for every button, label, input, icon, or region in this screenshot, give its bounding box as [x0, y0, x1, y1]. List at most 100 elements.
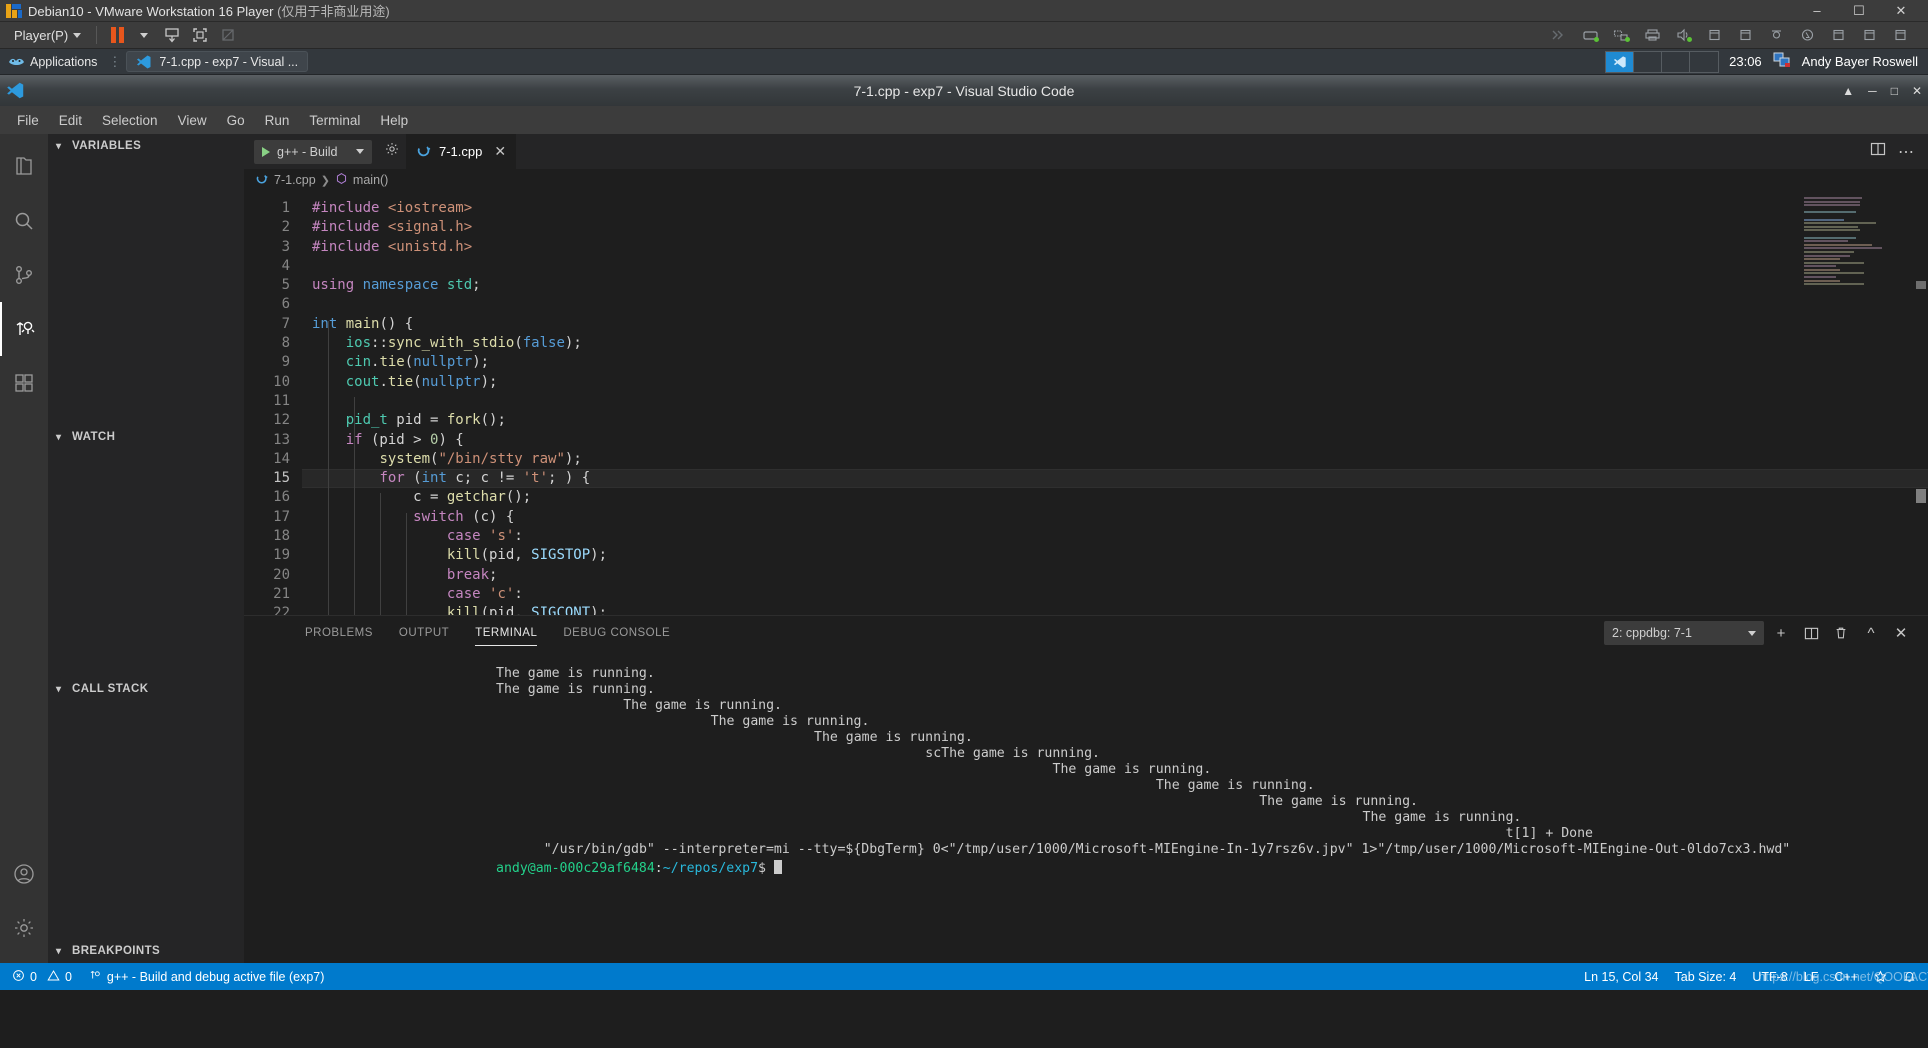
workspace-1[interactable] [1606, 51, 1635, 72]
more-actions-icon[interactable]: ⋯ [1898, 142, 1914, 162]
code-editor[interactable]: 1234567891011121314151617181920212223242… [244, 191, 1928, 615]
code-line[interactable]: case 's': [302, 527, 1928, 546]
code-line[interactable]: switch (c) { [302, 508, 1928, 527]
vscode-maximize-button[interactable]: □ [1891, 84, 1898, 98]
breadcrumb-symbol[interactable]: main() [353, 173, 388, 187]
menu-edit[interactable]: Edit [50, 110, 91, 131]
code-line[interactable] [302, 295, 1928, 314]
code-line[interactable]: ios::sync_with_stdio(false); [302, 334, 1928, 353]
sidebar-section-breakpoints[interactable]: ▾ BREAKPOINTS [48, 939, 244, 963]
workspace-3[interactable] [1662, 51, 1691, 72]
vmware-close-button[interactable]: ✕ [1880, 0, 1922, 22]
panel-tab-terminal[interactable]: TERMINAL [462, 616, 550, 650]
sidebar-item-source-control[interactable] [0, 248, 48, 302]
vscode-minimize-button[interactable]: ─ [1868, 84, 1877, 98]
menu-selection[interactable]: Selection [93, 110, 167, 131]
workspace-2[interactable] [1634, 51, 1663, 72]
open-launch-json-button[interactable] [378, 141, 406, 162]
camera-icon[interactable] [1762, 24, 1790, 46]
close-panel-icon[interactable]: ✕ [1888, 621, 1914, 645]
panel-tab-output[interactable]: OUTPUT [386, 616, 462, 650]
editor-tab-7-1-cpp[interactable]: 7-1.cpp ✕ [406, 134, 518, 169]
code-line[interactable] [302, 257, 1928, 276]
usb-icon-1[interactable] [1700, 24, 1728, 46]
workspace-switcher[interactable] [1605, 50, 1720, 73]
panel-clock[interactable]: 23:06 [1729, 54, 1762, 69]
vscode-shade-button[interactable]: ▲ [1842, 84, 1854, 98]
fullscreen-icon[interactable] [187, 24, 213, 46]
code-line[interactable]: pid_t pid = fork(); [302, 411, 1928, 430]
menu-help[interactable]: Help [371, 110, 417, 131]
sidebar-item-extensions[interactable] [0, 356, 48, 410]
code-line[interactable]: kill(pid, SIGCONT); [302, 604, 1928, 615]
code-line[interactable]: cout.tie(nullptr); [302, 373, 1928, 392]
usb-icon-4[interactable] [1855, 24, 1883, 46]
scrollbar-decoration[interactable] [1916, 281, 1926, 289]
usb-icon-5[interactable] [1886, 24, 1914, 46]
split-terminal-icon[interactable] [1798, 621, 1824, 645]
terminal-output[interactable]: The game is running. The game is running.… [244, 650, 1928, 963]
panel-tab-debug-console[interactable]: DEBUG CONSOLE [550, 616, 683, 650]
status-encoding[interactable]: UTF-8 https://blog.csdn.net/QOOFACTOR [1744, 970, 1928, 984]
code-line[interactable]: #include <unistd.h> [302, 238, 1928, 257]
sidebar-item-search[interactable] [0, 194, 48, 248]
sidebar-section-watch[interactable]: ▾ WATCH [48, 425, 244, 449]
status-problems[interactable]: 0 0 [4, 963, 80, 990]
play-icon[interactable] [262, 146, 270, 157]
code-line[interactable]: #include <signal.h> [302, 218, 1928, 237]
usb-icon-2[interactable] [1731, 24, 1759, 46]
menu-view[interactable]: View [169, 110, 216, 131]
code-line[interactable]: int main() { [302, 315, 1928, 334]
close-icon[interactable]: ✕ [494, 143, 506, 160]
applications-menu-button[interactable]: Applications [0, 49, 105, 74]
usb-icon-3[interactable] [1824, 24, 1852, 46]
window-list-icon[interactable] [1772, 51, 1792, 72]
sound-icon[interactable] [1669, 24, 1697, 46]
harddisk-icon[interactable] [1576, 24, 1604, 46]
manage-settings-button[interactable] [0, 901, 48, 955]
vmware-minimize-button[interactable]: – [1796, 0, 1838, 22]
scrollbar-thumb[interactable] [1916, 489, 1926, 503]
workspace-4[interactable] [1690, 52, 1718, 72]
sidebar-item-explorer[interactable] [0, 140, 48, 194]
pause-dropdown-icon[interactable] [131, 24, 157, 46]
vmware-player-menu[interactable]: Player(P) [8, 26, 87, 45]
code-line[interactable]: kill(pid, SIGSTOP); [302, 546, 1928, 565]
code-line[interactable]: for (int c; c != 't'; ) { [302, 469, 1928, 489]
code-line[interactable]: #include <iostream> [302, 199, 1928, 218]
network-icon[interactable] [1607, 24, 1635, 46]
snapshot-icon[interactable] [159, 24, 185, 46]
code-line[interactable]: break; [302, 566, 1928, 585]
sidebar-item-run-and-debug[interactable] [0, 302, 48, 356]
breadcrumb-file[interactable]: 7-1.cpp [274, 173, 316, 187]
code-lines[interactable]: #include <iostream> #include <signal.h> #i… [302, 191, 1928, 615]
account-button[interactable] [0, 847, 48, 901]
menu-terminal[interactable]: Terminal [300, 110, 369, 131]
code-line[interactable]: case 'c': [302, 585, 1928, 604]
status-debug-config[interactable]: g++ - Build and debug active file (exp7) [80, 963, 333, 990]
split-editor-icon[interactable] [1870, 141, 1886, 162]
code-line[interactable]: system("/bin/stty raw"); [302, 450, 1928, 469]
chevrons-icon[interactable] [1545, 24, 1573, 46]
sidebar-section-variables[interactable]: ▾ VARIABLES [48, 134, 244, 158]
maximize-panel-icon[interactable]: ^ [1858, 621, 1884, 645]
panel-username[interactable]: Andy Bayer Roswell [1802, 54, 1918, 69]
run-configuration-select[interactable]: g++ - Build [254, 139, 372, 164]
sidebar-section-call-stack[interactable]: ▾ CALL STACK [48, 677, 244, 701]
menu-go[interactable]: Go [218, 110, 254, 131]
code-line[interactable] [302, 392, 1928, 411]
status-cursor-position[interactable]: Ln 15, Col 34 [1576, 970, 1666, 984]
panel-tab-problems[interactable]: PROBLEMS [292, 616, 386, 650]
bluetooth-icon[interactable] [1793, 24, 1821, 46]
menu-file[interactable]: File [8, 110, 48, 131]
code-line[interactable]: cin.tie(nullptr); [302, 353, 1928, 372]
new-terminal-icon[interactable]: + [1768, 621, 1794, 645]
code-line[interactable]: c = getchar(); [302, 488, 1928, 507]
code-line[interactable]: if (pid > 0) { [302, 431, 1928, 450]
code-line[interactable]: using namespace std; [302, 276, 1928, 295]
kill-terminal-icon[interactable] [1828, 621, 1854, 645]
menu-run[interactable]: Run [256, 110, 299, 131]
minimap[interactable] [1804, 197, 1914, 297]
vmware-maximize-button[interactable]: ☐ [1838, 0, 1880, 22]
status-tab-size[interactable]: Tab Size: 4 [1667, 970, 1745, 984]
